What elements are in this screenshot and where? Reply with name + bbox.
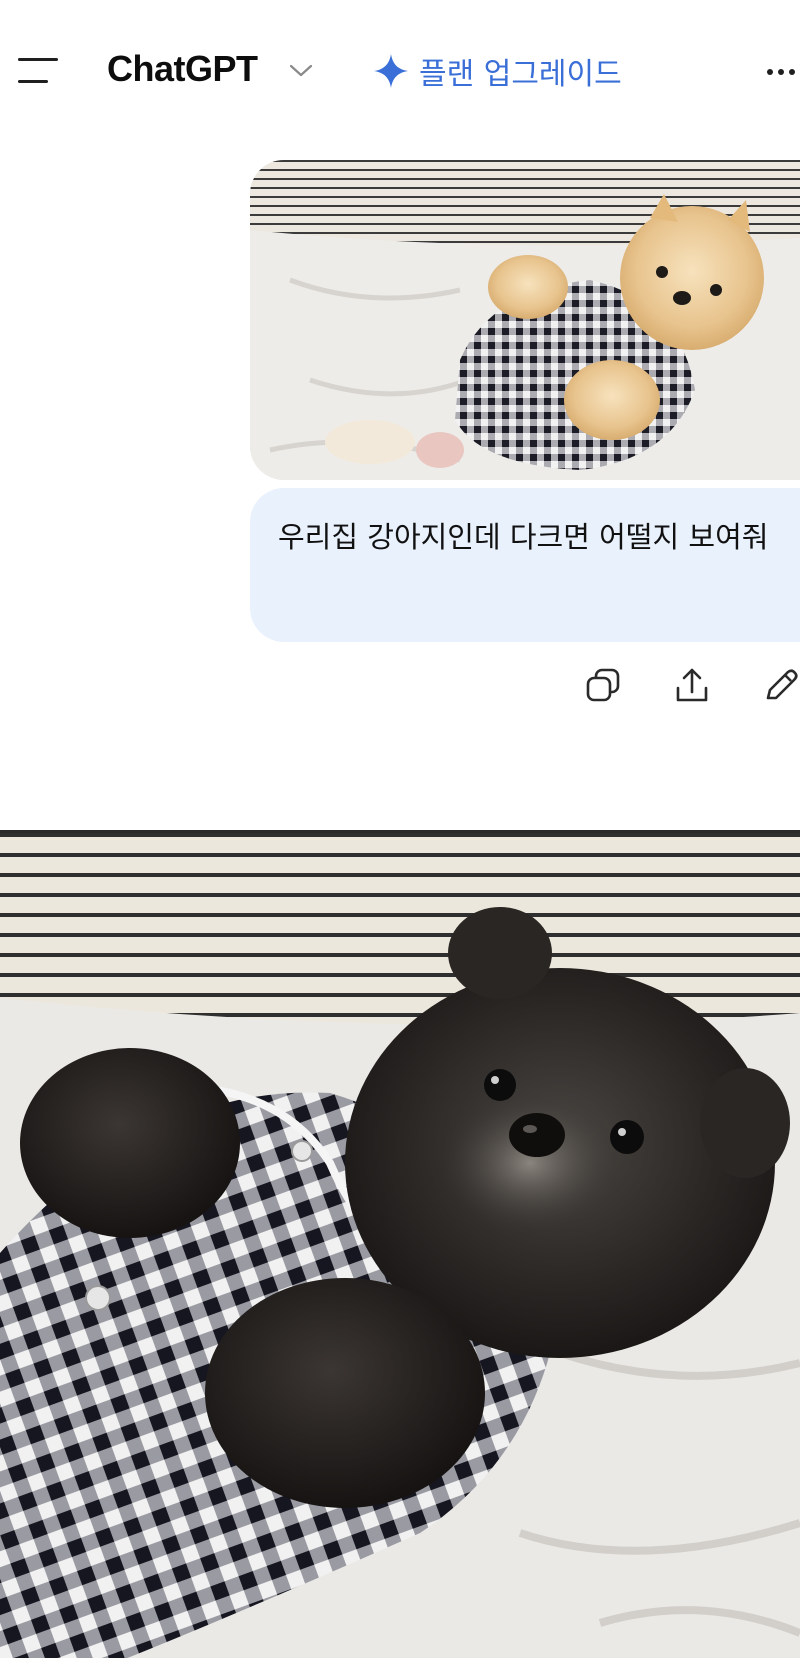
sparkle-star-icon: [374, 54, 408, 88]
share-icon[interactable]: [670, 664, 714, 708]
edit-icon[interactable]: [758, 664, 800, 708]
message-actions: [0, 664, 800, 712]
chevron-down-icon[interactable]: [288, 60, 314, 80]
upgrade-plan-label: 플랜 업그레이드: [419, 57, 622, 92]
generated-dark-dog-image[interactable]: [0, 830, 800, 1658]
top-bar: ChatGPT 플랜 업그레이드: [0, 0, 800, 140]
hamburger-menu-icon[interactable]: [18, 58, 60, 86]
upgrade-plan-button[interactable]: 플랜 업그레이드: [373, 48, 622, 94]
user-message-bubble: 우리집 강아지인데 다크면 어떨지 보여줘: [250, 488, 800, 642]
user-message-text: 우리집 강아지인데 다크면 어떨지 보여줘: [278, 520, 769, 554]
copy-icon[interactable]: [582, 664, 626, 708]
user-uploaded-dog-photo[interactable]: [250, 160, 800, 480]
more-options-icon[interactable]: [762, 58, 800, 86]
app-title[interactable]: ChatGPT: [107, 48, 258, 90]
